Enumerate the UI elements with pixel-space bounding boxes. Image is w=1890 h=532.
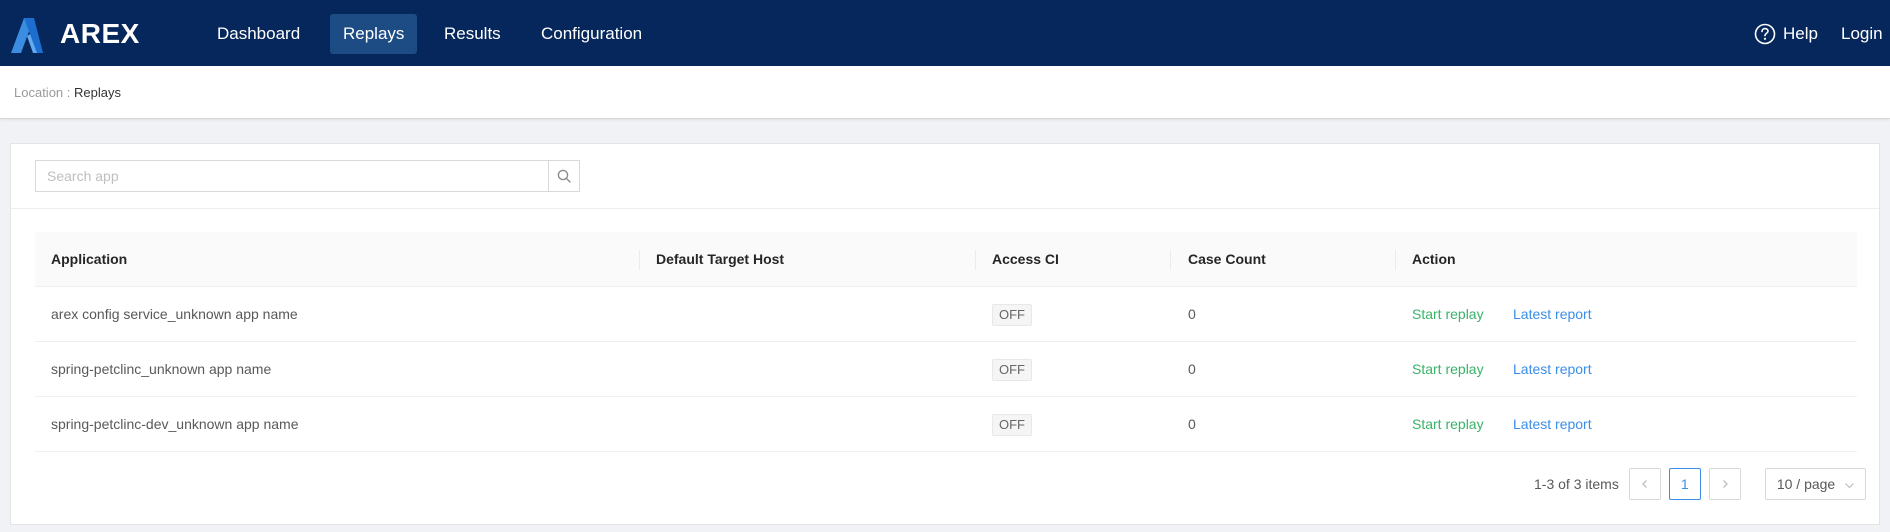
page-1-button[interactable]: 1 bbox=[1668, 468, 1701, 500]
col-default-target-host: Default Target Host bbox=[656, 251, 785, 267]
arex-logo-icon[interactable] bbox=[8, 16, 46, 54]
start-replay-link[interactable]: Start replay bbox=[1412, 342, 1484, 397]
access-ci-tag: OFF bbox=[992, 414, 1032, 436]
pagination: 1-3 of 3 items 1 10 / page bbox=[1534, 468, 1866, 500]
access-ci-tag: OFF bbox=[992, 359, 1032, 381]
next-page-button[interactable] bbox=[1708, 468, 1741, 500]
col-access-ci: Access CI bbox=[992, 251, 1059, 267]
chevron-left-icon bbox=[1641, 480, 1647, 488]
column-separator bbox=[975, 250, 976, 270]
col-action: Action bbox=[1412, 251, 1456, 267]
help-link[interactable]: Help bbox=[1754, 21, 1818, 47]
nav-results[interactable]: Results bbox=[431, 14, 514, 54]
breadcrumb-bar: Location : Replays bbox=[0, 66, 1890, 119]
column-separator bbox=[1170, 250, 1171, 270]
question-circle-icon bbox=[1754, 23, 1776, 45]
case-count: 0 bbox=[1188, 361, 1196, 377]
search-input[interactable] bbox=[36, 161, 548, 191]
login-link[interactable]: Login bbox=[1841, 21, 1883, 47]
table-row: spring-petclinc-dev_unknown app name OFF… bbox=[35, 397, 1857, 452]
help-label: Help bbox=[1783, 24, 1818, 43]
brand-name[interactable]: AREX bbox=[60, 18, 140, 50]
chevron-down-icon bbox=[1844, 483, 1854, 489]
breadcrumb: Location : Replays bbox=[14, 85, 121, 100]
breadcrumb-current: Replays bbox=[74, 85, 121, 100]
nav-configuration[interactable]: Configuration bbox=[528, 14, 655, 54]
chevron-right-icon bbox=[1722, 480, 1728, 488]
application-name: arex config service_unknown app name bbox=[51, 306, 298, 322]
case-count: 0 bbox=[1188, 306, 1196, 322]
col-case-count: Case Count bbox=[1188, 251, 1266, 267]
search-button[interactable] bbox=[548, 161, 579, 191]
latest-report-link[interactable]: Latest report bbox=[1513, 397, 1592, 452]
nav-dashboard[interactable]: Dashboard bbox=[204, 14, 313, 54]
breadcrumb-location-label: Location : bbox=[14, 85, 74, 100]
panel-divider bbox=[11, 208, 1879, 209]
pagination-total: 1-3 of 3 items bbox=[1534, 476, 1619, 492]
nav-replays[interactable]: Replays bbox=[330, 14, 418, 54]
prev-page-button[interactable] bbox=[1628, 468, 1661, 500]
start-replay-link[interactable]: Start replay bbox=[1412, 287, 1484, 342]
column-separator bbox=[1395, 250, 1396, 270]
start-replay-link[interactable]: Start replay bbox=[1412, 397, 1484, 452]
application-name: spring-petclinc_unknown app name bbox=[51, 361, 272, 377]
table-header: Application Default Target Host Access C… bbox=[35, 232, 1857, 287]
page-size-select[interactable]: 10 / page bbox=[1764, 468, 1866, 500]
column-separator bbox=[639, 250, 640, 270]
search-box bbox=[35, 160, 580, 192]
case-count: 0 bbox=[1188, 416, 1196, 432]
top-navbar: AREX Dashboard Replays Results Configura… bbox=[0, 0, 1890, 66]
latest-report-link[interactable]: Latest report bbox=[1513, 342, 1592, 397]
table-row: arex config service_unknown app name OFF… bbox=[35, 287, 1857, 342]
latest-report-link[interactable]: Latest report bbox=[1513, 287, 1592, 342]
page-size-value: 10 / page bbox=[1776, 476, 1836, 492]
table-row: spring-petclinc_unknown app name OFF 0 S… bbox=[35, 342, 1857, 397]
replays-panel: Application Default Target Host Access C… bbox=[10, 143, 1880, 525]
application-name: spring-petclinc-dev_unknown app name bbox=[51, 416, 299, 432]
col-application: Application bbox=[51, 251, 128, 267]
access-ci-tag: OFF bbox=[992, 304, 1032, 326]
applications-table: Application Default Target Host Access C… bbox=[35, 232, 1857, 452]
search-icon bbox=[557, 169, 571, 183]
